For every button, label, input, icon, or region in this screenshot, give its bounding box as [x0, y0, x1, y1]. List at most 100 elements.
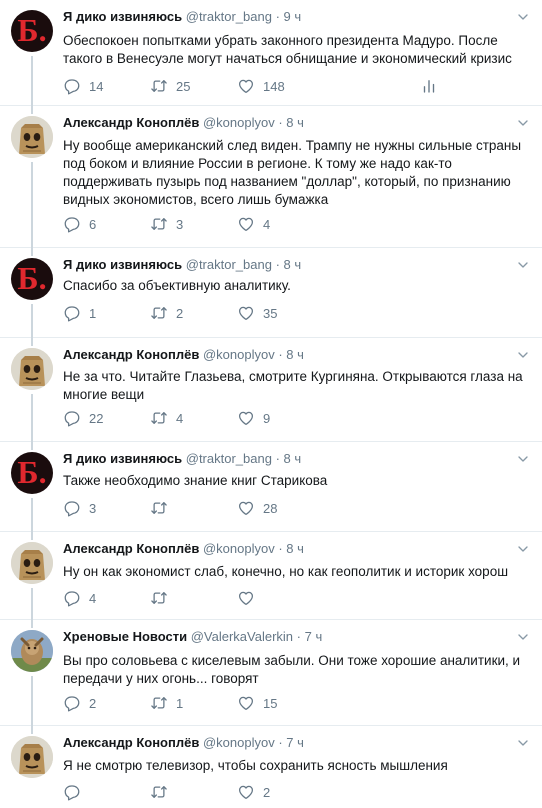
separator-dot: · [275, 257, 280, 272]
thread-line [31, 532, 33, 540]
reply-button[interactable]: 3 [63, 498, 96, 518]
timestamp[interactable]: 8 ч [286, 541, 304, 556]
author-handle[interactable]: @traktor_bang [186, 257, 272, 272]
reply-button[interactable]: 6 [63, 214, 96, 234]
retweet-button[interactable]: 1 [150, 693, 183, 713]
tweet[interactable]: Александр Коноплёв @konoplyov · 8 ч Не з… [0, 338, 542, 442]
chevron-down-icon[interactable] [515, 735, 531, 751]
reply-button[interactable]: 2 [63, 693, 96, 713]
reply-button[interactable] [63, 782, 89, 802]
reply-icon [63, 783, 89, 801]
author-handle[interactable]: @konoplyov [203, 541, 275, 556]
retweet-button[interactable] [150, 782, 176, 802]
reply-button[interactable]: 22 [63, 408, 103, 428]
reply-icon [63, 499, 89, 517]
tweet[interactable]: Б. Я дико извиняюсь @traktor_bang · 8 ч … [0, 442, 542, 532]
thread-line [31, 394, 33, 442]
thread-line [31, 442, 33, 450]
thread-line [31, 338, 33, 346]
author-name[interactable]: Александр Коноплёв [63, 541, 199, 556]
separator-dot: · [278, 115, 283, 130]
chevron-down-icon[interactable] [515, 347, 531, 363]
thread-line [31, 588, 33, 620]
tweet[interactable]: Александр Коноплёв @konoplyov · 8 ч Ну о… [0, 532, 542, 620]
avatar[interactable]: Б. [11, 452, 53, 494]
timestamp[interactable]: 8 ч [286, 347, 304, 362]
timestamp[interactable]: 8 ч [284, 451, 302, 466]
thread-line [31, 56, 33, 106]
tweet-header: Хреновые Новости @ValerkaValerkin · 7 ч [63, 627, 512, 647]
author-handle[interactable]: @konoplyov [203, 115, 275, 130]
like-icon [237, 499, 263, 517]
timestamp[interactable]: 7 ч [286, 735, 304, 750]
tweet-header: Александр Коноплёв @konoplyov · 8 ч [63, 113, 512, 133]
author-name[interactable]: Я дико извиняюсь [63, 451, 182, 466]
retweet-button[interactable]: 25 [150, 76, 190, 96]
reply-icon [63, 215, 89, 233]
avatar[interactable]: Б. [11, 258, 53, 300]
avatar[interactable] [11, 736, 53, 778]
tweet-actions: 2 1 15 [63, 693, 443, 713]
like-icon [237, 215, 263, 233]
avatar[interactable] [11, 116, 53, 158]
retweet-count: 2 [176, 305, 184, 321]
chevron-down-icon[interactable] [515, 541, 531, 557]
like-button[interactable]: 9 [237, 408, 270, 428]
like-button[interactable]: 15 [237, 693, 277, 713]
reply-count: 4 [89, 590, 97, 606]
retweet-button[interactable]: 2 [150, 303, 183, 323]
tweet[interactable]: Б. Я дико извиняюсь @traktor_bang · 9 ч … [0, 0, 542, 106]
retweet-button[interactable] [150, 498, 176, 518]
reply-count: 3 [89, 500, 97, 516]
like-button[interactable]: 148 [237, 76, 285, 96]
author-name[interactable]: Я дико извиняюсь [63, 257, 182, 272]
avatar[interactable] [11, 348, 53, 390]
author-handle[interactable]: @traktor_bang [186, 9, 272, 24]
chevron-down-icon[interactable] [515, 451, 531, 467]
chevron-down-icon[interactable] [515, 9, 531, 25]
avatar[interactable]: Б. [11, 10, 53, 52]
retweet-button[interactable]: 3 [150, 214, 183, 234]
avatar[interactable] [11, 542, 53, 584]
chevron-down-icon[interactable] [515, 257, 531, 273]
author-handle[interactable]: @traktor_bang [186, 451, 272, 466]
chevron-down-icon[interactable] [515, 115, 531, 131]
timestamp[interactable]: 8 ч [284, 257, 302, 272]
tweet-actions: 22 4 9 [63, 408, 443, 428]
author-name[interactable]: Хреновые Новости [63, 629, 187, 644]
author-name[interactable]: Я дико извиняюсь [63, 9, 182, 24]
reply-count: 2 [89, 695, 97, 711]
reply-button[interactable]: 14 [63, 76, 103, 96]
author-handle[interactable]: @konoplyov [203, 735, 275, 750]
reply-button[interactable]: 4 [63, 588, 96, 608]
retweet-button[interactable] [150, 588, 176, 608]
like-count: 2 [263, 784, 271, 800]
tweet[interactable]: Александр Коноплёв @konoplyov · 7 ч Я не… [0, 726, 542, 808]
like-button[interactable]: 4 [237, 214, 270, 234]
author-name[interactable]: Александр Коноплёв [63, 115, 199, 130]
author-handle[interactable]: @ValerkaValerkin [191, 629, 293, 644]
chevron-down-icon[interactable] [515, 629, 531, 645]
timestamp[interactable]: 9 ч [284, 9, 302, 24]
tweet[interactable]: Б. Я дико извиняюсь @traktor_bang · 8 ч … [0, 248, 542, 338]
reply-button[interactable]: 1 [63, 303, 96, 323]
reply-icon [63, 304, 89, 322]
analytics-button[interactable] [420, 76, 446, 96]
retweet-button[interactable]: 4 [150, 408, 183, 428]
tweet[interactable]: Хреновые Новости @ValerkaValerkin · 7 ч … [0, 620, 542, 726]
author-name[interactable]: Александр Коноплёв [63, 347, 199, 362]
like-button[interactable]: 28 [237, 498, 277, 518]
tweet[interactable]: Александр Коноплёв @konoplyov · 8 ч Ну в… [0, 106, 542, 248]
like-button[interactable]: 35 [237, 303, 277, 323]
avatar-logo-letter: Б. [17, 454, 47, 490]
timestamp[interactable]: 7 ч [305, 629, 323, 644]
author-handle[interactable]: @konoplyov [203, 347, 275, 362]
like-button[interactable]: 2 [237, 782, 270, 802]
avatar[interactable] [11, 630, 53, 672]
author-name[interactable]: Александр Коноплёв [63, 735, 199, 750]
reply-count: 14 [89, 78, 104, 94]
separator-dot: · [278, 347, 283, 362]
like-button[interactable] [237, 588, 263, 608]
timestamp[interactable]: 8 ч [286, 115, 304, 130]
tweet-actions: 1 2 35 [63, 303, 443, 323]
